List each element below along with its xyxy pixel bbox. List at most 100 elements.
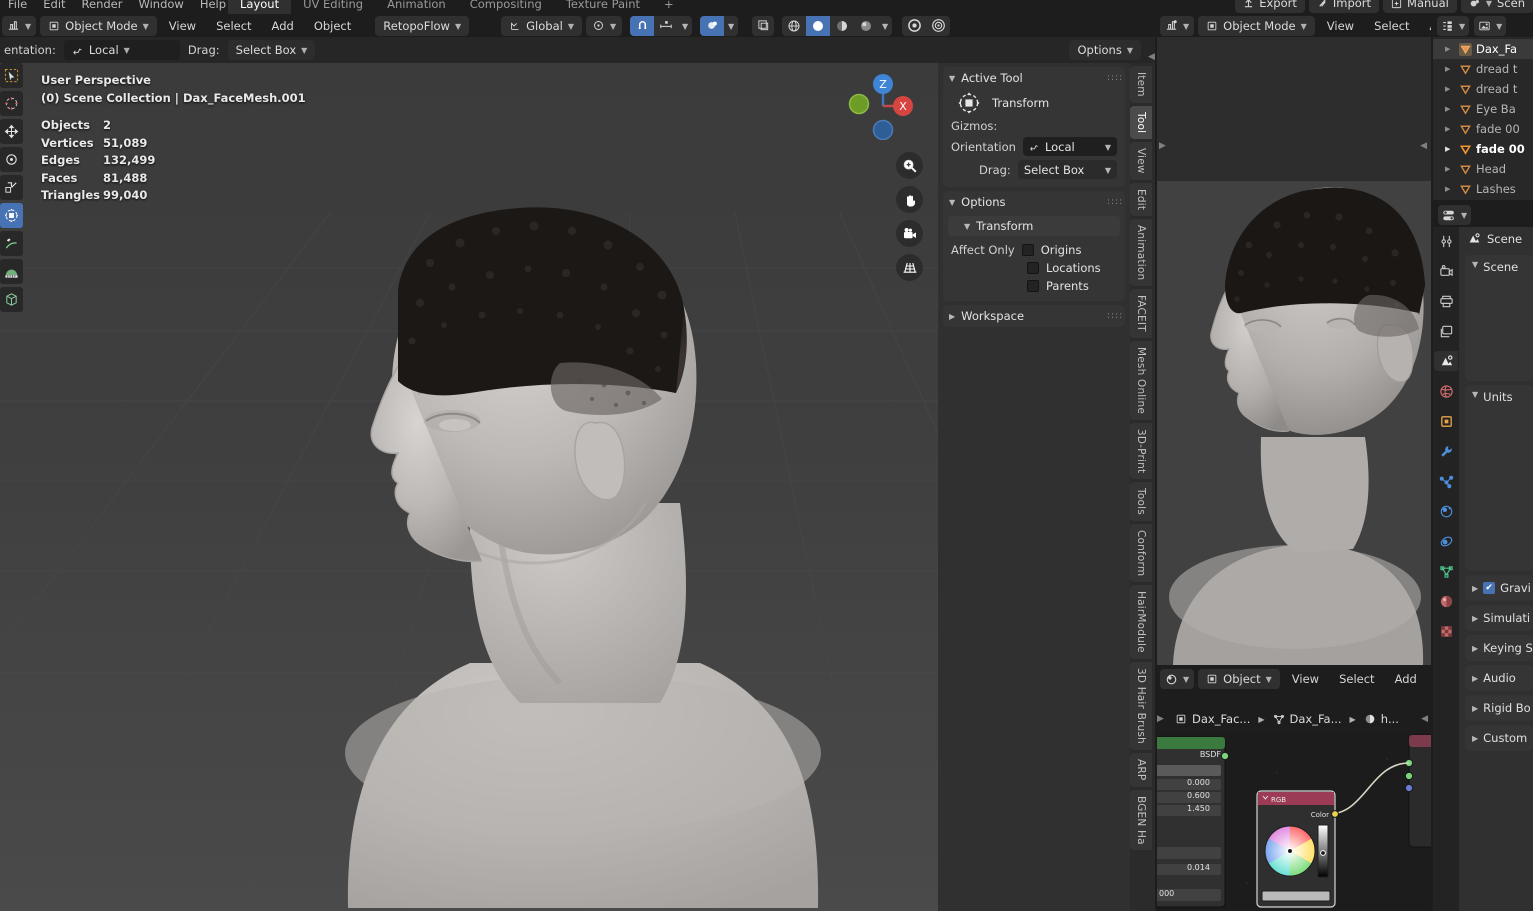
active-tool-header[interactable]: ▼ Active Tool :::: bbox=[943, 67, 1125, 89]
sidebar-tab-conform[interactable]: Conform bbox=[1130, 524, 1152, 583]
viewport2-menu-view[interactable]: View bbox=[1319, 16, 1362, 36]
properties-tab-output[interactable] bbox=[1434, 291, 1458, 311]
options-dropdown[interactable]: Options ▼ bbox=[1069, 40, 1141, 60]
sidebar-tab-view[interactable]: View bbox=[1130, 141, 1152, 180]
breadcrumb-mesh[interactable]: Dax_Fa... bbox=[1270, 709, 1345, 729]
breadcrumb-object[interactable]: Dax_Fac... bbox=[1172, 709, 1253, 729]
shading-wireframe-icon[interactable] bbox=[782, 16, 806, 36]
disclosure-triangle-icon[interactable]: ▶ bbox=[1445, 65, 1455, 73]
properties-panel-units[interactable]: ▼ Units bbox=[1465, 385, 1533, 571]
properties-panel-gravity[interactable]: ▶ ✔ Gravi bbox=[1465, 575, 1533, 601]
chevron-down-icon[interactable]: ▼ bbox=[678, 16, 692, 36]
sidebar-tab-arp[interactable]: ARP bbox=[1130, 753, 1152, 787]
options-header[interactable]: ▼ Options :::: bbox=[943, 191, 1125, 213]
scale-tool[interactable] bbox=[0, 175, 23, 200]
parents-checkbox[interactable] bbox=[1027, 280, 1039, 292]
properties-tab-object[interactable] bbox=[1434, 411, 1458, 431]
sidebar-tab-mesh-online[interactable]: Mesh Online bbox=[1130, 340, 1152, 420]
region-expand-left-icon[interactable]: ▶ bbox=[1159, 141, 1166, 151]
disclosure-triangle-icon[interactable]: ▶ bbox=[1445, 85, 1455, 93]
menu-render[interactable]: Render bbox=[74, 0, 131, 14]
pan-hand-icon[interactable] bbox=[896, 186, 923, 213]
outliner-item[interactable]: ▶ Eye Ba bbox=[1433, 99, 1533, 119]
viewport2-menu-add[interactable]: Add bbox=[1422, 16, 1431, 36]
sidebar-tab-3d-print[interactable]: 3D-Print bbox=[1130, 422, 1152, 480]
properties-editor-type-selector[interactable]: ▼ bbox=[1438, 205, 1472, 225]
shader-editor-type-selector[interactable]: ▼ bbox=[1160, 669, 1195, 689]
manual-button[interactable]: Manual bbox=[1383, 0, 1457, 13]
sidebar-tab-animation[interactable]: Animation bbox=[1130, 218, 1152, 287]
disclosure-triangle-icon[interactable]: ▶ bbox=[1445, 185, 1455, 193]
snap-target-selector[interactable] bbox=[654, 16, 678, 36]
menu-window[interactable]: Window bbox=[130, 0, 191, 14]
viewport2-editor-type-selector[interactable]: ▼ bbox=[1160, 15, 1195, 36]
disclosure-triangle-icon[interactable]: ▶ bbox=[1445, 125, 1455, 133]
sidebar-collapse-icon[interactable]: ◀ bbox=[1148, 52, 1155, 62]
proportional-edit-icon[interactable] bbox=[700, 15, 725, 36]
viewport-menu-view[interactable]: View bbox=[161, 16, 204, 36]
camera-icon[interactable] bbox=[896, 220, 923, 247]
region-expand-right-icon[interactable]: ◀ bbox=[1420, 141, 1427, 151]
overlays-toggle-icon[interactable] bbox=[926, 16, 950, 36]
properties-panel-simulation[interactable]: ▶ Simulati bbox=[1465, 605, 1533, 631]
disclosure-triangle-icon[interactable]: ▶ bbox=[1445, 105, 1455, 113]
sidebar-tab-bgen[interactable]: BGEN Ha bbox=[1130, 789, 1152, 851]
disclosure-triangle-icon[interactable]: ▶ bbox=[1445, 45, 1455, 53]
properties-panel-keying-sets[interactable]: ▶ Keying S bbox=[1465, 635, 1533, 661]
sidebar-tab-hairmodule[interactable]: HairModule bbox=[1130, 585, 1152, 660]
outliner-display-mode-selector[interactable]: ▼ bbox=[1437, 15, 1470, 36]
node-editor-canvas[interactable]: RGB Color BSDF 0.000 0.600 1.450 0.014 0… bbox=[1157, 733, 1431, 911]
properties-panel-scene[interactable]: ▼ Scene bbox=[1465, 255, 1533, 381]
tool-drag-dropdown[interactable]: Select Box ▼ bbox=[227, 40, 316, 60]
properties-tab-object-data[interactable] bbox=[1434, 561, 1458, 581]
tab-compositing[interactable]: Compositing bbox=[458, 0, 554, 14]
cursor-tool[interactable] bbox=[0, 91, 23, 116]
sidebar-tab-faceit[interactable]: FACEIT bbox=[1130, 289, 1152, 338]
panel-drag-handle[interactable]: :::: bbox=[1107, 312, 1122, 321]
grid-ortho-icon[interactable] bbox=[896, 254, 923, 281]
chevron-down-icon[interactable]: ▼ bbox=[724, 16, 738, 36]
sidebar-tab-tool[interactable]: Tool bbox=[1130, 105, 1152, 139]
measure-tool[interactable] bbox=[0, 259, 23, 284]
zoom-icon[interactable] bbox=[896, 152, 923, 179]
transform-subpanel-header[interactable]: ▼ Transform bbox=[948, 216, 1120, 236]
outliner-item[interactable]: ▶ fade 00 bbox=[1433, 119, 1533, 139]
snap-magnet-icon[interactable] bbox=[630, 15, 655, 36]
annotate-tool[interactable] bbox=[0, 231, 23, 256]
outliner-filter-selector[interactable]: ▼ bbox=[1474, 15, 1507, 36]
pivot-point-selector[interactable]: ▼ bbox=[585, 15, 623, 36]
properties-tab-world[interactable] bbox=[1434, 381, 1458, 401]
gizmo-toggle-icon[interactable] bbox=[902, 16, 926, 36]
properties-panel-rigid-body[interactable]: ▶ Rigid Bo bbox=[1465, 695, 1533, 721]
editor-type-selector[interactable]: ▼ bbox=[2, 15, 37, 36]
viewport2-menu-select[interactable]: Select bbox=[1366, 16, 1417, 36]
transform-tool[interactable] bbox=[0, 203, 23, 228]
shading-rendered-icon[interactable] bbox=[854, 16, 878, 36]
orientation-dropdown[interactable]: Local ▼ bbox=[1022, 137, 1117, 156]
properties-panel-audio[interactable]: ▶ Audio bbox=[1465, 665, 1533, 691]
tweak-select-box-tool[interactable] bbox=[0, 63, 23, 88]
disclosure-triangle-icon[interactable]: ▶ bbox=[1445, 165, 1455, 173]
properties-tab-constraints[interactable] bbox=[1434, 531, 1458, 551]
tab-animation[interactable]: Animation bbox=[375, 0, 458, 14]
menu-edit[interactable]: Edit bbox=[35, 0, 73, 14]
properties-tab-view-layer[interactable] bbox=[1434, 321, 1458, 341]
properties-tab-particles[interactable] bbox=[1434, 471, 1458, 491]
shader-menu-node[interactable]: N bbox=[1429, 669, 1431, 689]
viewport-menu-object[interactable]: Object bbox=[306, 16, 359, 36]
outliner-item[interactable]: ▶ dread t bbox=[1433, 59, 1533, 79]
shading-solid-icon[interactable] bbox=[806, 15, 831, 36]
viewport-nav-gizmo[interactable]: Z X bbox=[845, 68, 917, 140]
sidebar-tab-edit[interactable]: Edit bbox=[1130, 182, 1152, 216]
properties-tab-material[interactable] bbox=[1434, 591, 1458, 611]
region-expand-right-icon[interactable]: ◀ bbox=[1421, 714, 1428, 724]
tab-texture-paint[interactable]: Texture Paint bbox=[554, 0, 652, 14]
export-button[interactable]: Export bbox=[1235, 0, 1305, 13]
rotate-tool[interactable] bbox=[0, 147, 23, 172]
workspace-header[interactable]: ▶ Workspace :::: bbox=[943, 305, 1125, 327]
properties-tab-modifier[interactable] bbox=[1434, 441, 1458, 461]
shader-menu-view[interactable]: View bbox=[1284, 669, 1327, 689]
viewport2-mode-selector[interactable]: Object Mode ▼ bbox=[1198, 15, 1315, 36]
shader-menu-select[interactable]: Select bbox=[1331, 669, 1382, 689]
transform-orientation-selector[interactable]: Global ▼ bbox=[501, 15, 582, 36]
